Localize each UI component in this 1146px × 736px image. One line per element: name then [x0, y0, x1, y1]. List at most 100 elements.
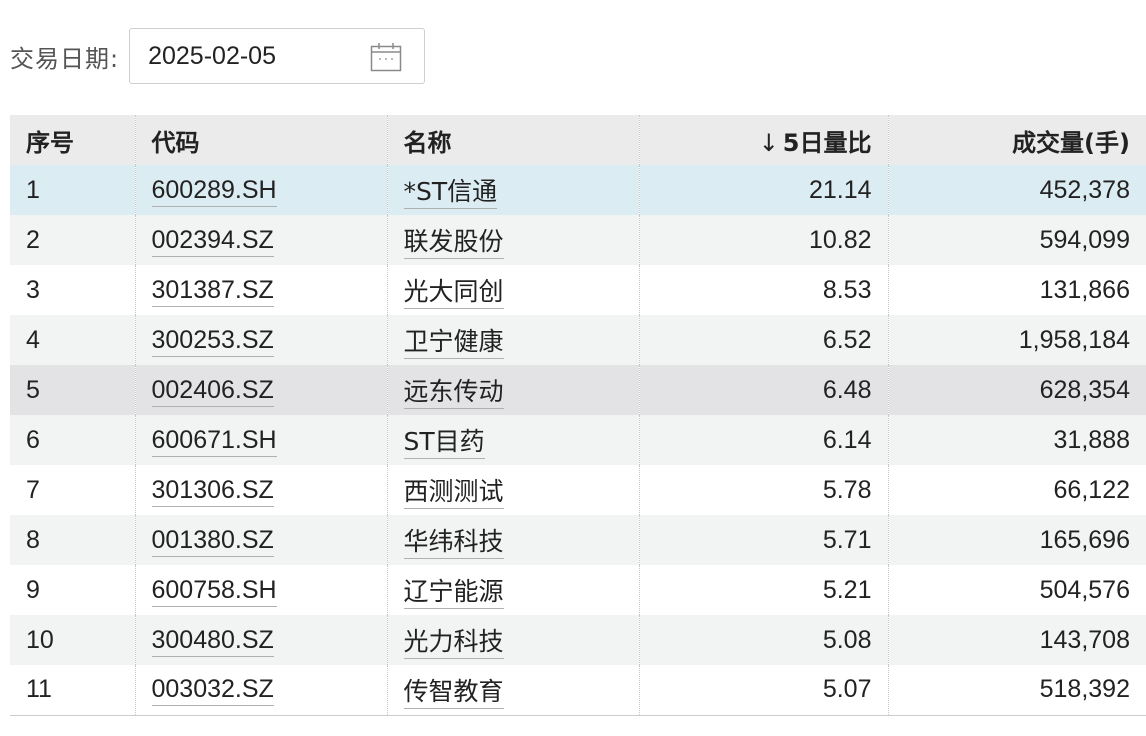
- cell-volume-ratio: 6.48: [822, 375, 872, 404]
- cell-stock-name[interactable]: 辽宁能源: [403, 577, 504, 609]
- cell-volume-ratio-cell: 5.21: [638, 565, 888, 615]
- cell-stock-code-cell: 600758.SH: [134, 565, 387, 615]
- cell-stock-name-cell: 远东传动: [386, 365, 639, 415]
- cell-index-cell: 6: [10, 415, 135, 465]
- cell-volume: 504,576: [1039, 575, 1130, 604]
- cell-stock-name[interactable]: 华纬科技: [403, 527, 504, 559]
- cell-index-cell: 5: [10, 365, 135, 415]
- cell-stock-name[interactable]: 卫宁健康: [403, 327, 504, 359]
- cell-stock-name-cell: 西测测试: [386, 465, 639, 515]
- table-row[interactable]: 6 600671.SH ST目药 6.14 31,888: [10, 415, 1146, 465]
- table-header-row: 序号 代码 名称 ↓ 5日量比 成交量(手): [10, 115, 1146, 165]
- cell-volume-ratio-cell: 21.14: [638, 165, 888, 215]
- cell-index: 9: [26, 575, 40, 604]
- cell-index: 7: [26, 475, 40, 504]
- header-code[interactable]: 代码: [134, 115, 387, 165]
- cell-volume-cell: 594,099: [887, 215, 1146, 265]
- cell-stock-code-cell: 301306.SZ: [134, 465, 387, 515]
- cell-stock-code[interactable]: 301387.SZ: [151, 275, 274, 307]
- table-row[interactable]: 4 300253.SZ 卫宁健康 6.52 1,958,184: [10, 315, 1146, 365]
- table-row[interactable]: 11 003032.SZ 传智教育 5.07 518,392: [10, 665, 1146, 716]
- header-name[interactable]: 名称: [386, 115, 639, 165]
- cell-stock-name[interactable]: 传智教育: [403, 676, 504, 709]
- cell-volume-cell: 628,354: [887, 365, 1146, 415]
- cell-stock-name-cell: 辽宁能源: [386, 565, 639, 615]
- header-volume[interactable]: 成交量(手): [887, 115, 1146, 165]
- header-volume-ratio[interactable]: ↓ 5日量比: [638, 115, 888, 165]
- cell-stock-code-cell: 001380.SZ: [134, 515, 387, 565]
- table-row[interactable]: 5 002406.SZ 远东传动 6.48 628,354: [10, 365, 1146, 415]
- cell-volume-ratio-cell: 5.08: [638, 615, 888, 665]
- table-row[interactable]: 7 301306.SZ 西测测试 5.78 66,122: [10, 465, 1146, 515]
- cell-volume-ratio-cell: 5.07: [638, 665, 888, 716]
- sort-desc-icon: ↓: [758, 128, 779, 157]
- cell-index: 11: [26, 675, 52, 704]
- calendar-icon[interactable]: [370, 42, 402, 72]
- cell-stock-name-cell: 卫宁健康: [386, 315, 639, 365]
- cell-stock-code[interactable]: 001380.SZ: [151, 525, 274, 557]
- cell-index-cell: 1: [10, 165, 135, 215]
- cell-stock-code[interactable]: 003032.SZ: [151, 675, 274, 707]
- cell-stock-name[interactable]: 远东传动: [403, 377, 504, 409]
- cell-stock-code-cell: 300480.SZ: [134, 615, 387, 665]
- cell-stock-name-cell: *ST信通: [386, 165, 639, 215]
- cell-stock-name-cell: 光大同创: [386, 265, 639, 315]
- cell-index-cell: 11: [10, 665, 135, 716]
- cell-volume-cell: 452,378: [887, 165, 1146, 215]
- cell-index-cell: 4: [10, 315, 135, 365]
- cell-stock-name[interactable]: ST目药: [403, 427, 485, 459]
- cell-volume-cell: 518,392: [887, 665, 1146, 716]
- cell-stock-code[interactable]: 002394.SZ: [151, 225, 274, 257]
- cell-stock-code-cell: 002394.SZ: [134, 215, 387, 265]
- stock-table: 序号 代码 名称 ↓ 5日量比 成交量(手) 1 600289.SH *ST信通 21.…: [10, 115, 1146, 716]
- cell-volume-cell: 66,122: [887, 465, 1146, 515]
- cell-volume-ratio: 21.14: [808, 175, 872, 204]
- cell-index: 3: [26, 275, 40, 304]
- cell-volume-cell: 131,866: [887, 265, 1146, 315]
- cell-stock-name-cell: ST目药: [386, 415, 639, 465]
- cell-stock-name-cell: 传智教育: [386, 665, 639, 716]
- table-row[interactable]: 9 600758.SH 辽宁能源 5.21 504,576: [10, 565, 1146, 615]
- cell-stock-name[interactable]: 光大同创: [403, 277, 504, 309]
- cell-volume-ratio-cell: 5.71: [638, 515, 888, 565]
- cell-stock-code[interactable]: 600758.SH: [151, 575, 277, 607]
- cell-index: 10: [26, 625, 54, 654]
- cell-stock-code-cell: 600289.SH: [134, 165, 387, 215]
- table-row[interactable]: 3 301387.SZ 光大同创 8.53 131,866: [10, 265, 1146, 315]
- cell-stock-name-cell: 华纬科技: [386, 515, 639, 565]
- cell-volume: 628,354: [1039, 375, 1130, 404]
- cell-stock-name[interactable]: 光力科技: [403, 627, 504, 659]
- cell-index-cell: 8: [10, 515, 135, 565]
- cell-volume: 452,378: [1039, 175, 1130, 204]
- cell-stock-code[interactable]: 600289.SH: [151, 175, 277, 207]
- cell-stock-code[interactable]: 300253.SZ: [151, 325, 274, 357]
- table-row[interactable]: 8 001380.SZ 华纬科技 5.71 165,696: [10, 515, 1146, 565]
- cell-stock-name[interactable]: 联发股份: [403, 227, 504, 259]
- header-index[interactable]: 序号: [10, 115, 135, 165]
- date-filter: 交易日期: 2025-02-05: [10, 27, 426, 85]
- table-row[interactable]: 1 600289.SH *ST信通 21.14 452,378: [10, 165, 1146, 215]
- table-row[interactable]: 2 002394.SZ 联发股份 10.82 594,099: [10, 215, 1146, 265]
- cell-volume-cell: 31,888: [887, 415, 1146, 465]
- cell-volume-ratio: 5.71: [822, 525, 872, 554]
- cell-index-cell: 3: [10, 265, 135, 315]
- cell-volume-ratio: 10.82: [808, 225, 872, 254]
- cell-volume-ratio-cell: 5.78: [638, 465, 888, 515]
- cell-volume-ratio: 6.52: [822, 325, 872, 354]
- cell-stock-name[interactable]: *ST信通: [403, 177, 498, 209]
- cell-index: 2: [26, 225, 40, 254]
- cell-volume-ratio: 8.53: [822, 275, 872, 304]
- cell-stock-code[interactable]: 600671.SH: [151, 425, 277, 457]
- table-row[interactable]: 10 300480.SZ 光力科技 5.08 143,708: [10, 615, 1146, 665]
- cell-index-cell: 10: [10, 615, 135, 665]
- cell-stock-code[interactable]: 300480.SZ: [151, 625, 274, 657]
- cell-stock-name[interactable]: 西测测试: [403, 477, 504, 509]
- cell-volume-ratio: 5.08: [822, 625, 872, 654]
- cell-index: 4: [26, 325, 40, 354]
- table-body: 1 600289.SH *ST信通 21.14 452,378 2 002394.SZ 联发股…: [10, 165, 1146, 716]
- cell-volume: 165,696: [1039, 525, 1130, 554]
- cell-volume-ratio-cell: 6.14: [638, 415, 888, 465]
- cell-stock-code[interactable]: 002406.SZ: [151, 375, 274, 407]
- cell-stock-code[interactable]: 301306.SZ: [151, 475, 274, 507]
- date-input[interactable]: 2025-02-05: [129, 28, 426, 84]
